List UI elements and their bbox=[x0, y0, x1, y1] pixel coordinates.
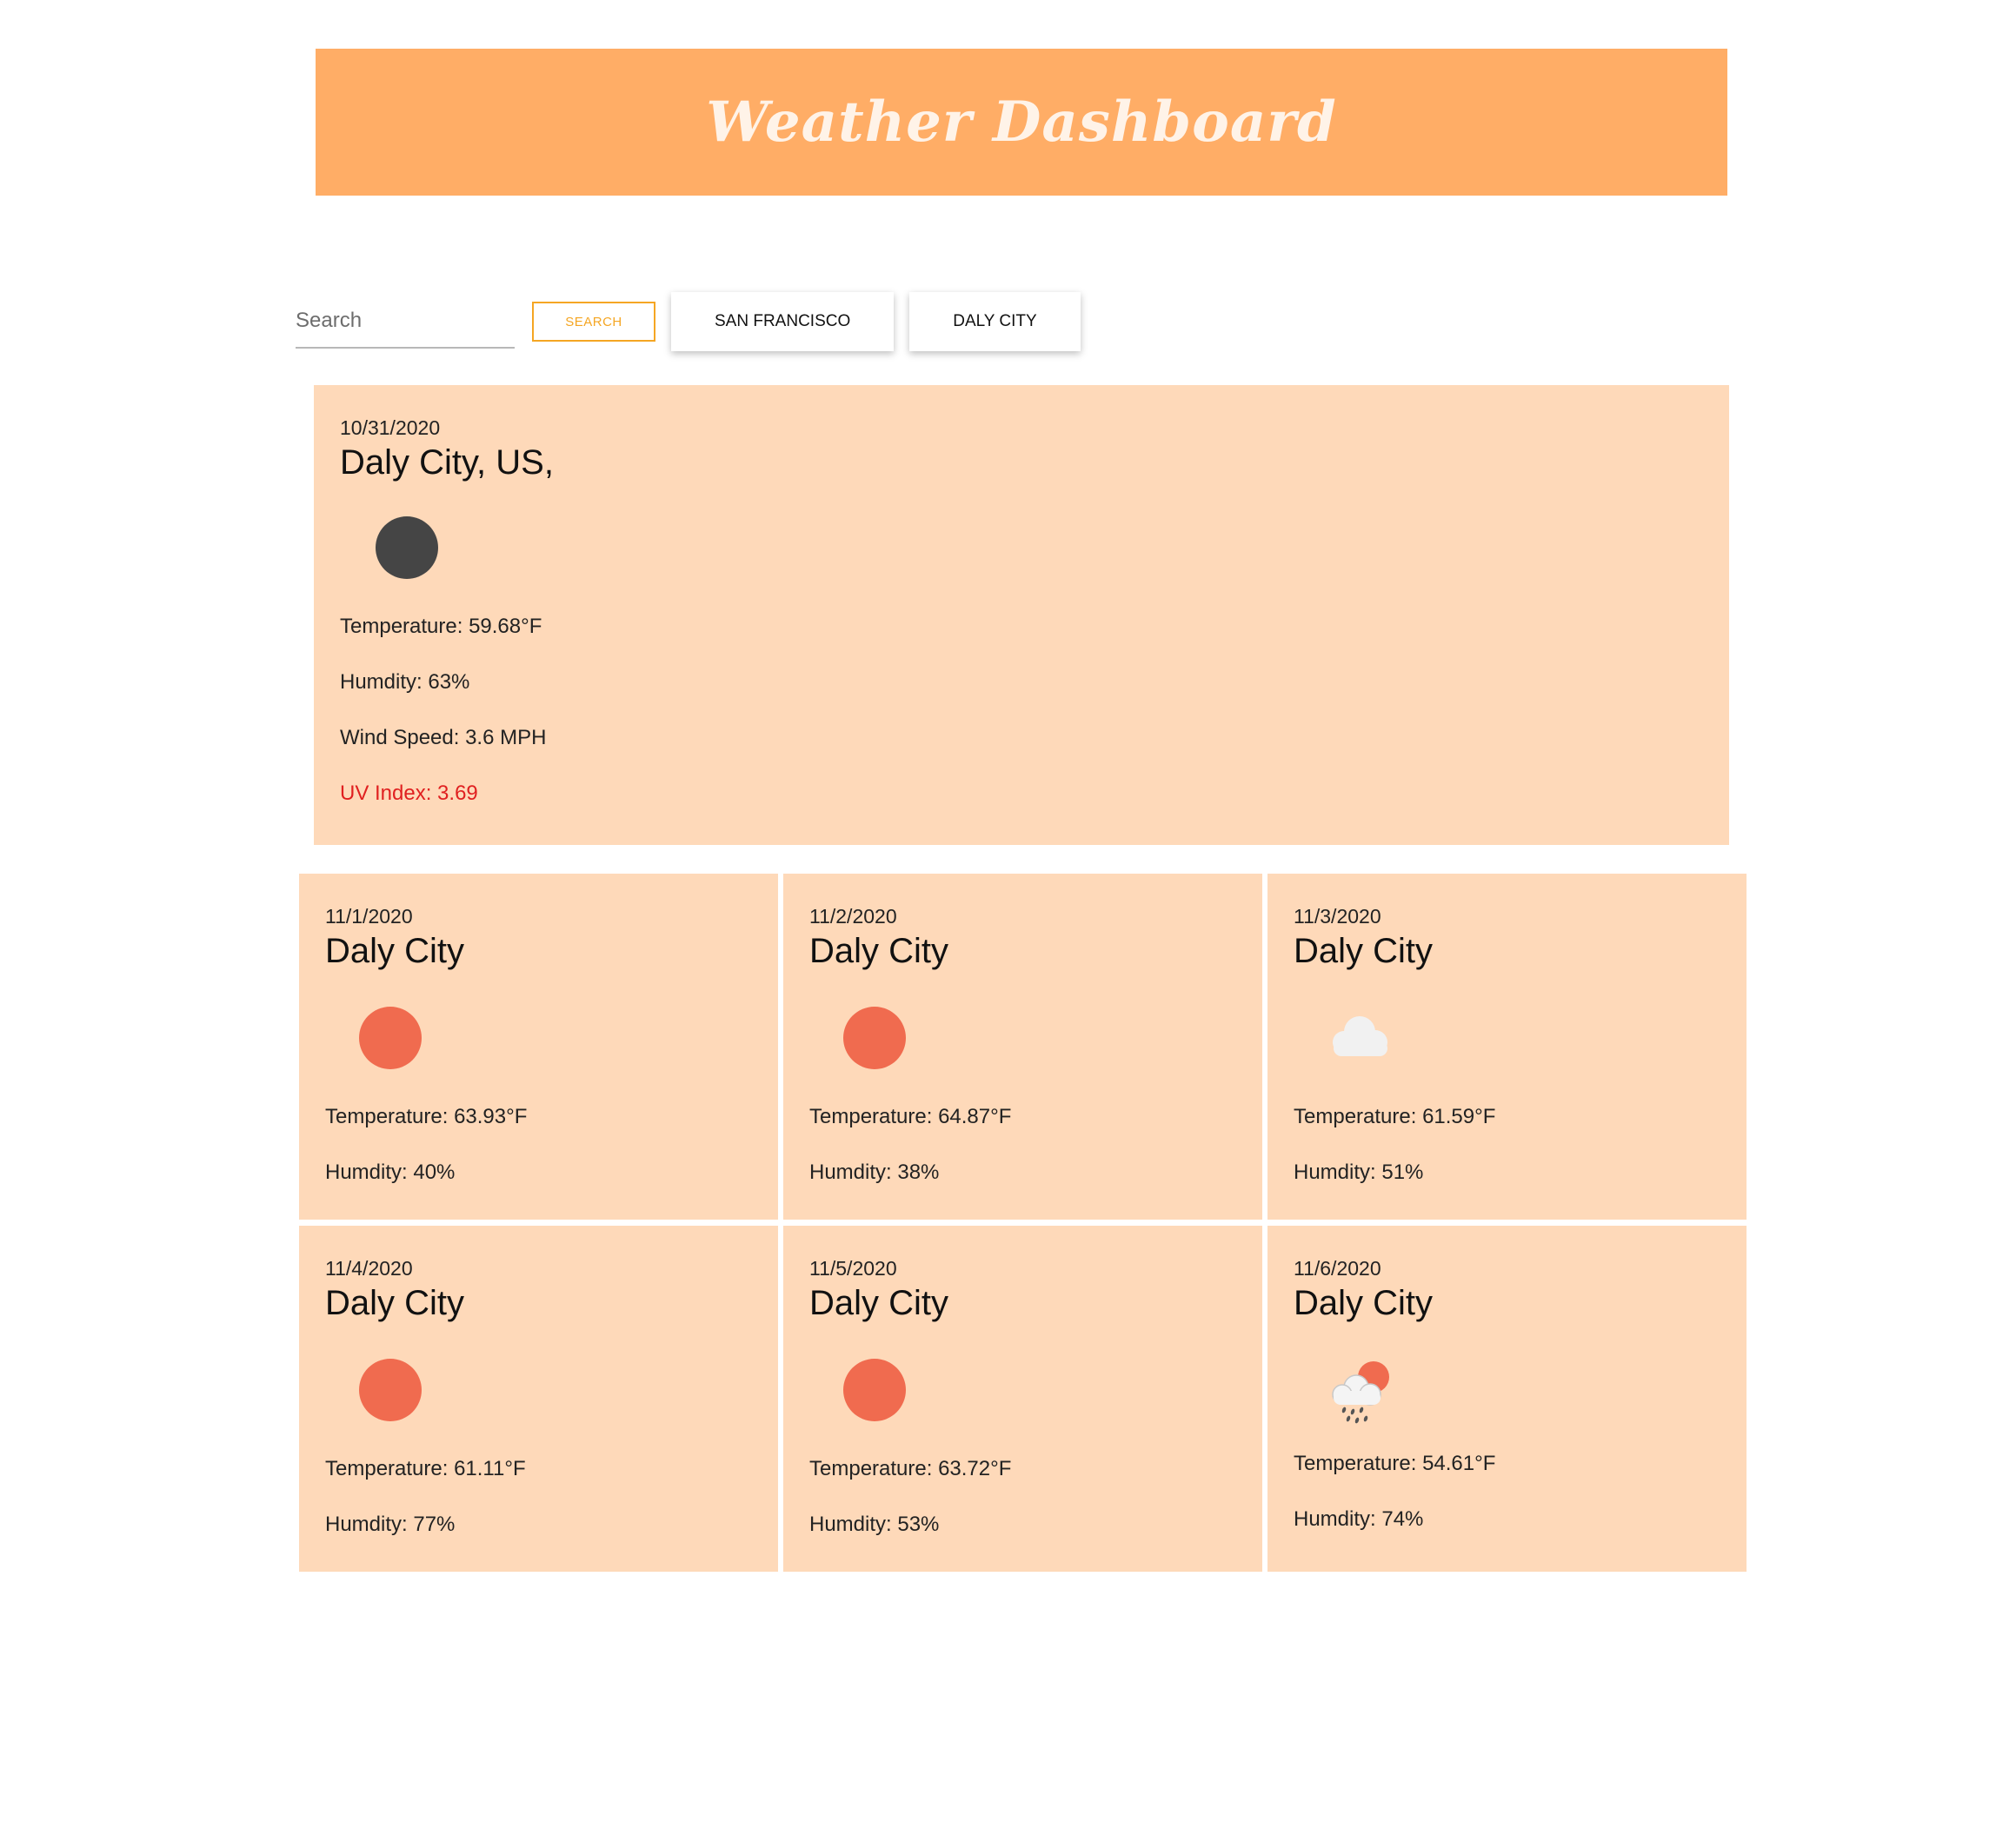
forecast-temperature: Temperature: 63.93°F bbox=[325, 1105, 528, 1128]
cloud-icon bbox=[1318, 1006, 1396, 1070]
current-city: Daly City, US, bbox=[340, 443, 554, 482]
forecast-date: 11/6/2020 bbox=[1294, 1257, 1381, 1280]
moon-clear-night-icon bbox=[375, 515, 439, 580]
forecast-city: Daly City bbox=[809, 1284, 949, 1322]
forecast-city: Daly City bbox=[1294, 1284, 1434, 1322]
forecast-card: 11/6/2020 Daly City Temperature: 54.61°F… bbox=[1267, 1226, 1747, 1572]
forecast-date: 11/3/2020 bbox=[1294, 905, 1381, 928]
forecast-humidity: Humdity: 77% bbox=[325, 1513, 456, 1536]
rain-sun-icon bbox=[1320, 1358, 1398, 1424]
app-header: Weather Dashboard bbox=[316, 49, 1727, 196]
forecast-card: 11/4/2020 Daly City Temperature: 61.11°F… bbox=[299, 1226, 778, 1572]
forecast-date: 11/2/2020 bbox=[809, 905, 897, 928]
forecast-city: Daly City bbox=[1294, 932, 1434, 970]
forecast-humidity: Humdity: 51% bbox=[1294, 1161, 1424, 1184]
forecast-date: 11/4/2020 bbox=[325, 1257, 413, 1280]
forecast-humidity: Humdity: 53% bbox=[809, 1513, 940, 1536]
search-input[interactable] bbox=[296, 295, 515, 349]
forecast-humidity: Humdity: 74% bbox=[1294, 1507, 1424, 1531]
forecast-card: 11/1/2020 Daly City Temperature: 63.93°F… bbox=[299, 874, 778, 1220]
current-weather-card: 10/31/2020 Daly City, US, Temperature: 5… bbox=[314, 385, 1729, 845]
history-button-san-francisco[interactable]: SAN FRANCISCO bbox=[671, 292, 895, 351]
sun-icon bbox=[358, 1006, 436, 1070]
current-uv-index: UV Index: 3.69 bbox=[340, 781, 478, 805]
forecast-city: Daly City bbox=[809, 932, 949, 970]
forecast-card: 11/3/2020 Daly City Temperature: 61.59°F… bbox=[1267, 874, 1747, 1220]
sun-icon bbox=[842, 1358, 921, 1422]
history-button-daly-city[interactable]: DALY CITY bbox=[909, 292, 1081, 351]
forecast-temperature: Temperature: 63.72°F bbox=[809, 1457, 1012, 1480]
forecast-temperature: Temperature: 54.61°F bbox=[1294, 1452, 1496, 1475]
current-date: 10/31/2020 bbox=[340, 416, 441, 439]
current-temperature: Temperature: 59.68°F bbox=[340, 615, 542, 638]
current-humidity: Humdity: 63% bbox=[340, 670, 470, 694]
forecast-city: Daly City bbox=[325, 932, 465, 970]
search-button[interactable]: SEARCH bbox=[532, 302, 655, 342]
forecast-temperature: Temperature: 64.87°F bbox=[809, 1105, 1012, 1128]
forecast-humidity: Humdity: 38% bbox=[809, 1161, 940, 1184]
sun-icon bbox=[842, 1006, 921, 1070]
current-wind-speed: Wind Speed: 3.6 MPH bbox=[340, 726, 547, 749]
forecast-city: Daly City bbox=[325, 1284, 465, 1322]
forecast-humidity: Humdity: 40% bbox=[325, 1161, 456, 1184]
search-bar: SEARCH SAN FRANCISCO DALY CITY bbox=[296, 287, 1081, 356]
page-title: Weather Dashboard bbox=[706, 90, 1337, 155]
forecast-temperature: Temperature: 61.59°F bbox=[1294, 1105, 1496, 1128]
forecast-card: 11/2/2020 Daly City Temperature: 64.87°F… bbox=[783, 874, 1262, 1220]
forecast-card: 11/5/2020 Daly City Temperature: 63.72°F… bbox=[783, 1226, 1262, 1572]
page: Weather Dashboard SEARCH SAN FRANCISCO D… bbox=[0, 0, 2016, 1829]
forecast-date: 11/1/2020 bbox=[325, 905, 413, 928]
forecast-temperature: Temperature: 61.11°F bbox=[325, 1457, 526, 1480]
forecast-date: 11/5/2020 bbox=[809, 1257, 897, 1280]
sun-icon bbox=[358, 1358, 436, 1422]
forecast-grid: 11/1/2020 Daly City Temperature: 63.93°F… bbox=[299, 874, 1747, 1572]
